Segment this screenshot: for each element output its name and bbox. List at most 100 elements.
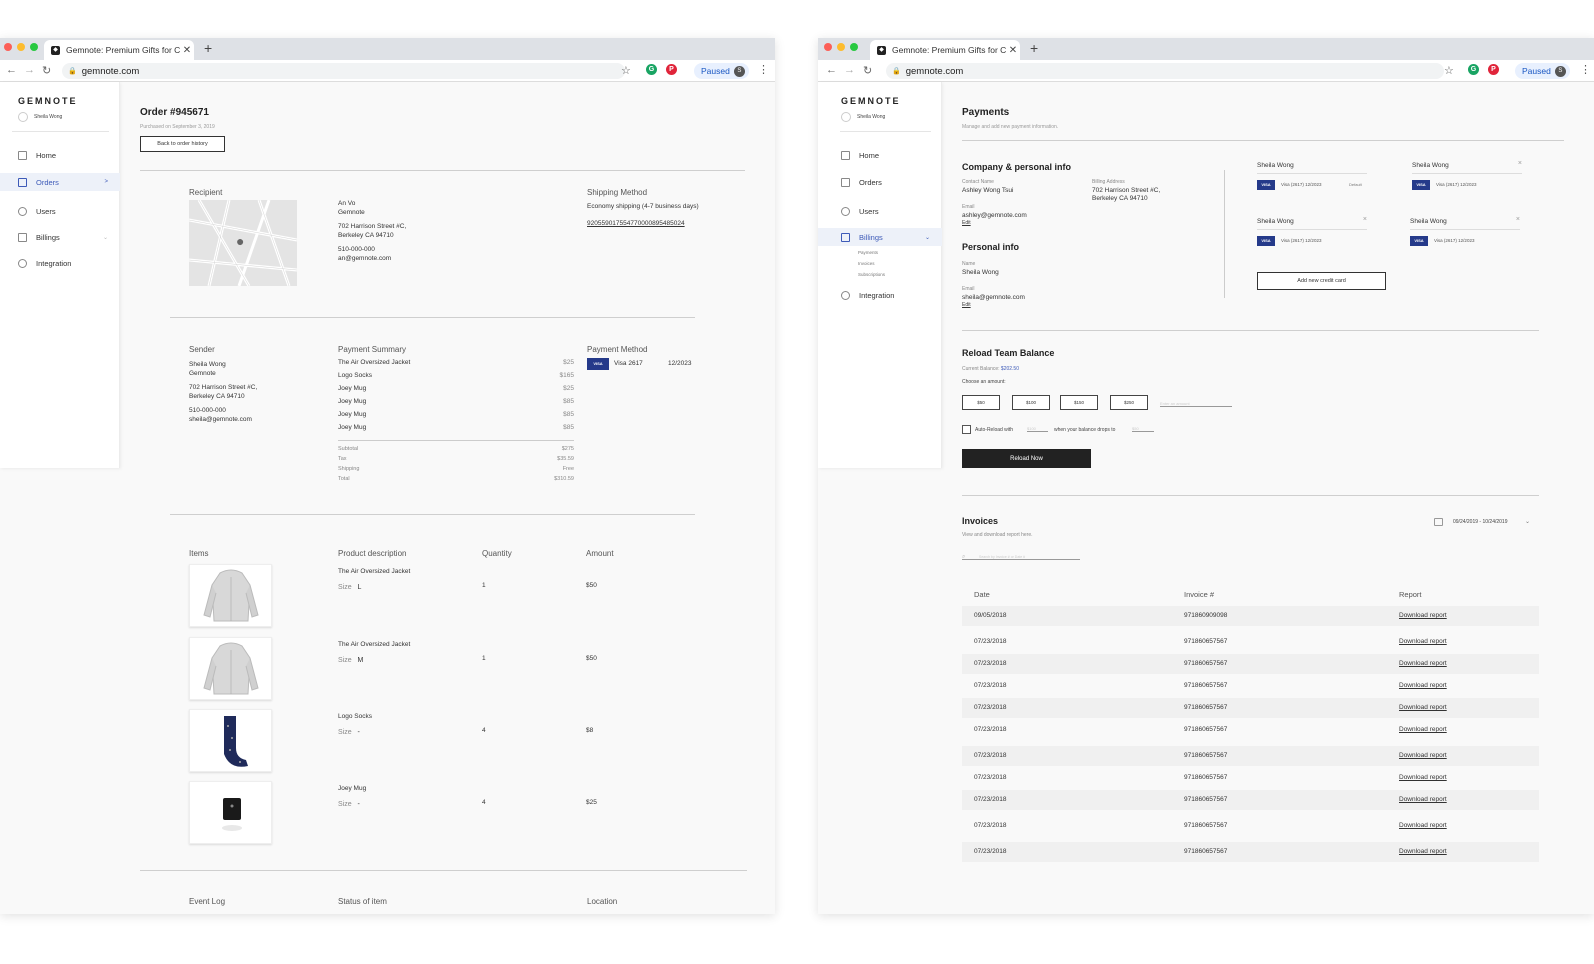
remove-card-icon[interactable]: × <box>1516 216 1520 223</box>
amount-option-150[interactable]: $150 <box>1060 395 1098 410</box>
map-pin-icon: ● <box>236 233 245 249</box>
sidebar-item-billings[interactable]: Billings ⌄ <box>818 228 942 246</box>
item-name: The Air Oversized Jacket <box>338 568 411 575</box>
sidebar-item-users[interactable]: Users <box>0 202 120 220</box>
recipient-map[interactable]: ● <box>189 200 297 286</box>
edit-company-link[interactable]: Edit <box>962 220 971 226</box>
close-tab-icon[interactable]: ✕ <box>180 45 194 56</box>
calendar-icon[interactable] <box>1434 518 1443 526</box>
maximize-window-icon[interactable] <box>30 43 38 51</box>
profile-paused-button[interactable]: Paused S <box>694 63 749 79</box>
sidebar-item-orders[interactable]: Orders > <box>0 173 120 191</box>
window-controls[interactable] <box>4 43 38 51</box>
amount-option-100[interactable]: $100 <box>1012 395 1050 410</box>
new-tab-icon[interactable]: + <box>1030 40 1038 56</box>
browser-menu-icon[interactable]: ⋮ <box>758 63 769 76</box>
reload-now-button[interactable]: Reload Now <box>962 449 1091 468</box>
reload-icon[interactable]: ↻ <box>863 64 872 77</box>
user-profile[interactable]: Sheila Wong <box>841 112 885 122</box>
close-tab-icon[interactable]: ✕ <box>1006 45 1020 56</box>
date-range-picker[interactable]: 09/24/2019 - 10/24/2019 <box>1453 519 1508 525</box>
download-report-link[interactable]: Download report <box>1399 660 1447 667</box>
download-report-link[interactable]: Download report <box>1399 704 1447 711</box>
back-to-history-button[interactable]: Back to order history <box>140 136 225 152</box>
brand-logo[interactable]: GEMNOTE <box>841 96 901 106</box>
remove-card-icon[interactable]: × <box>1363 216 1367 223</box>
minimize-window-icon[interactable] <box>17 43 25 51</box>
jacket-image[interactable] <box>189 564 272 627</box>
sidebar-item-users[interactable]: Users <box>818 202 942 220</box>
sidebar-item-integration[interactable]: Integration <box>0 254 120 272</box>
sidebar-item-home[interactable]: Home <box>0 146 120 164</box>
location-header: Location <box>587 897 618 906</box>
close-window-icon[interactable] <box>4 43 12 51</box>
custom-amount-input[interactable]: Enter an amount <box>1160 401 1232 407</box>
forward-icon[interactable]: → <box>844 64 855 76</box>
download-report-link[interactable]: Download report <box>1399 638 1447 645</box>
back-icon[interactable]: ← <box>826 64 837 76</box>
sidebar-item-label: Orders <box>36 177 59 187</box>
sender-address-line1: 702 Harrison Street #C, <box>189 384 258 391</box>
auto-reload-amount-input[interactable]: $100 <box>1027 426 1048 432</box>
table-row: 07/23/2018 971860657567 Download report <box>962 632 1539 652</box>
contact-name-value: Ashley Wong Tsui <box>962 187 1014 194</box>
download-report-link[interactable]: Download report <box>1399 612 1447 619</box>
amount-option-50[interactable]: $50 <box>962 395 1000 410</box>
browser-tab[interactable]: ◆ Gemnote: Premium Gifts for Co ✕ <box>870 40 1020 60</box>
address-bar[interactable]: 🔒 gemnote.com <box>62 63 625 79</box>
profile-paused-button[interactable]: Paused S <box>1515 63 1570 79</box>
subnav-invoices[interactable]: Invoices <box>858 261 875 266</box>
pinterest-extension-icon[interactable]: P <box>666 64 677 75</box>
invoice-search-input[interactable]: Search by Invoice # or Date # <box>962 555 1080 560</box>
window-controls[interactable] <box>824 43 858 51</box>
jacket-image[interactable] <box>189 637 272 700</box>
download-report-link[interactable]: Download report <box>1399 822 1447 829</box>
browser-tab[interactable]: ◆ Gemnote: Premium Gifts for Co ✕ <box>44 40 194 60</box>
chevron-down-icon[interactable]: ⌄ <box>1525 518 1530 525</box>
pinterest-extension-icon[interactable]: P <box>1488 64 1499 75</box>
reload-icon[interactable]: ↻ <box>42 64 51 77</box>
remove-card-icon[interactable]: × <box>1518 160 1522 167</box>
payment-line-name: Logo Socks <box>338 372 372 379</box>
tracking-link[interactable]: 920559017554770000895485024 <box>587 220 685 227</box>
forward-icon[interactable]: → <box>24 64 35 76</box>
close-window-icon[interactable] <box>824 43 832 51</box>
purchase-date: Purchased on September 3, 2019 <box>140 124 215 130</box>
minimize-window-icon[interactable] <box>837 43 845 51</box>
user-profile[interactable]: Sheila Wong <box>18 112 62 122</box>
sidebar-item-billings[interactable]: Billings ⌄ <box>0 228 120 246</box>
browser-menu-icon[interactable]: ⋮ <box>1580 63 1591 76</box>
download-report-link[interactable]: Download report <box>1399 796 1447 803</box>
maximize-window-icon[interactable] <box>850 43 858 51</box>
back-icon[interactable]: ← <box>6 64 17 76</box>
mug-image[interactable] <box>189 781 272 844</box>
subnav-payments[interactable]: Payments <box>858 250 878 255</box>
sidebar-item-orders[interactable]: Orders <box>818 173 942 191</box>
download-report-link[interactable]: Download report <box>1399 682 1447 689</box>
payment-line-price: $25 <box>563 359 574 366</box>
download-report-link[interactable]: Download report <box>1399 752 1447 759</box>
sidebar-item-integration[interactable]: Integration <box>818 286 942 304</box>
divider <box>840 131 931 132</box>
amount-option-250[interactable]: $250 <box>1110 395 1148 410</box>
grammarly-extension-icon[interactable]: G <box>1468 64 1479 75</box>
subnav-subscriptions[interactable]: Subscriptions <box>858 272 885 277</box>
download-report-link[interactable]: Download report <box>1399 726 1447 733</box>
new-tab-icon[interactable]: + <box>204 40 212 56</box>
sidebar-item-home[interactable]: Home <box>818 146 942 164</box>
download-report-link[interactable]: Download report <box>1399 774 1447 781</box>
bookmark-star-icon[interactable]: ☆ <box>621 64 631 77</box>
grammarly-extension-icon[interactable]: G <box>646 64 657 75</box>
brand-logo[interactable]: GEMNOTE <box>18 96 78 106</box>
auto-reload-checkbox[interactable] <box>962 425 971 434</box>
bookmark-star-icon[interactable]: ☆ <box>1444 64 1454 77</box>
address-bar[interactable]: 🔒 gemnote.com <box>886 63 1444 79</box>
drops-to-input[interactable]: $50 <box>1132 426 1154 432</box>
tax-row: Tax $35.59 <box>338 456 574 466</box>
browser-window-payments: ◆ Gemnote: Premium Gifts for Co ✕ + ← → … <box>818 38 1594 914</box>
edit-personal-link[interactable]: Edit <box>962 302 971 308</box>
add-credit-card-button[interactable]: Add new credit card <box>1257 272 1386 290</box>
download-report-link[interactable]: Download report <box>1399 848 1447 855</box>
company-email: ashley@gemnote.com <box>962 212 1027 219</box>
socks-image[interactable] <box>189 709 272 772</box>
